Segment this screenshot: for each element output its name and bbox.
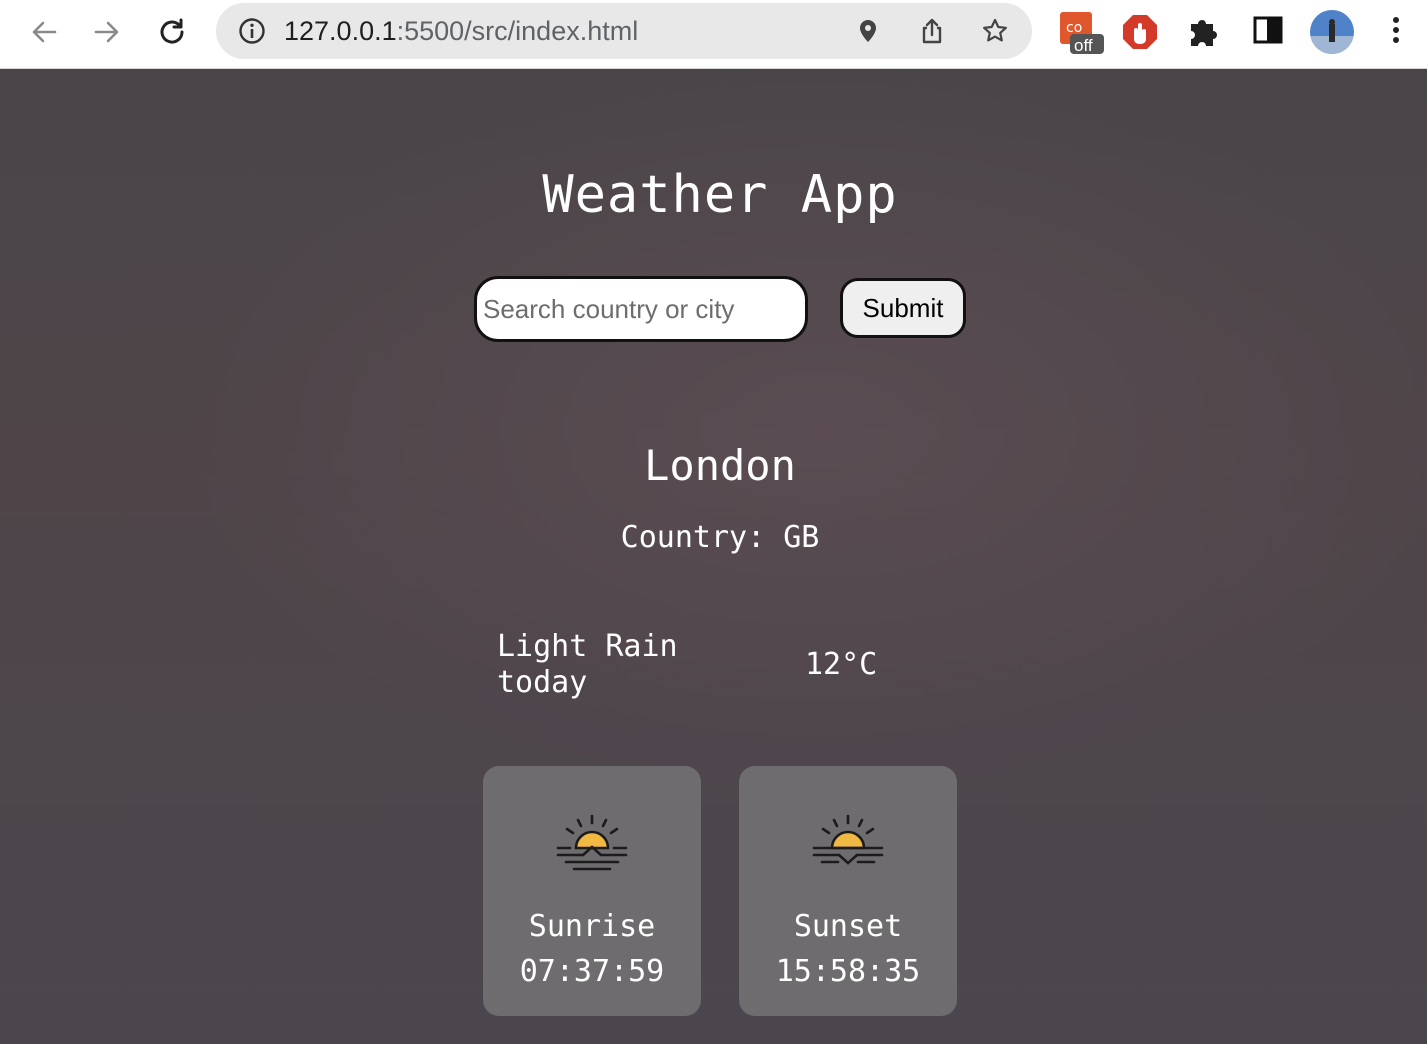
extensions-menu-button[interactable] — [1185, 12, 1225, 52]
sidepanel-icon — [1253, 16, 1283, 44]
sunrise-time: 07:37:59 — [519, 954, 665, 989]
forward-button[interactable] — [87, 12, 127, 52]
sunset-time: 15:58:35 — [775, 954, 921, 989]
browser-toolbar: 127.0.0.1:5500/src/index.html co off — [0, 0, 1427, 69]
sunrise-label: Sunrise — [528, 909, 656, 944]
reload-button[interactable] — [152, 12, 192, 52]
country-label: Country: — [620, 520, 766, 555]
forward-arrow-icon — [94, 21, 119, 43]
browser-menu-button[interactable] — [1378, 12, 1418, 52]
url-text[interactable]: 127.0.0.1:5500/src/index.html — [284, 16, 638, 46]
share-icon[interactable] — [918, 17, 946, 45]
sunset-icon — [812, 814, 884, 865]
sunset-card: Sunset 15:58:35 — [739, 766, 957, 1016]
sunrise-icon — [556, 814, 628, 871]
svg-text:co: co — [1066, 20, 1082, 36]
kebab-menu-icon — [1393, 17, 1399, 43]
address-bar[interactable]: 127.0.0.1:5500/src/index.html — [216, 3, 1032, 59]
app-title: Weather App — [542, 165, 898, 225]
weather-app-page: Weather App Submit London Country: GB Li… — [0, 69, 1427, 1044]
country-line: Country: GB — [0, 520, 1427, 556]
adblock-icon — [1123, 15, 1157, 49]
city-name: London — [644, 441, 796, 490]
weather-description: Light Rain today — [497, 629, 678, 700]
url-host: 127.0.0.1 — [284, 16, 397, 46]
back-arrow-icon — [32, 21, 57, 43]
side-panel-button[interactable] — [1250, 12, 1290, 52]
country-code: GB — [783, 520, 820, 555]
extension-badge: off — [1074, 36, 1093, 55]
star-icon[interactable] — [981, 17, 1009, 45]
profile-button[interactable] — [1310, 10, 1354, 54]
info-icon[interactable] — [238, 17, 266, 45]
back-button[interactable] — [24, 12, 64, 52]
sunset-label: Sunset — [793, 909, 903, 944]
search-input[interactable] — [474, 276, 808, 342]
url-path: :5500/src/index.html — [396, 16, 639, 46]
sunrise-card: Sunrise 07:37:59 — [483, 766, 701, 1016]
location-pin-icon[interactable] — [854, 17, 882, 45]
reload-icon — [160, 18, 184, 44]
extension-button[interactable]: co off — [1060, 12, 1104, 55]
puzzle-icon — [1191, 20, 1217, 46]
profile-avatar — [1310, 10, 1354, 54]
submit-button[interactable]: Submit — [840, 278, 966, 338]
temperature: 12°C — [805, 647, 878, 682]
adblock-button[interactable] — [1120, 12, 1160, 52]
